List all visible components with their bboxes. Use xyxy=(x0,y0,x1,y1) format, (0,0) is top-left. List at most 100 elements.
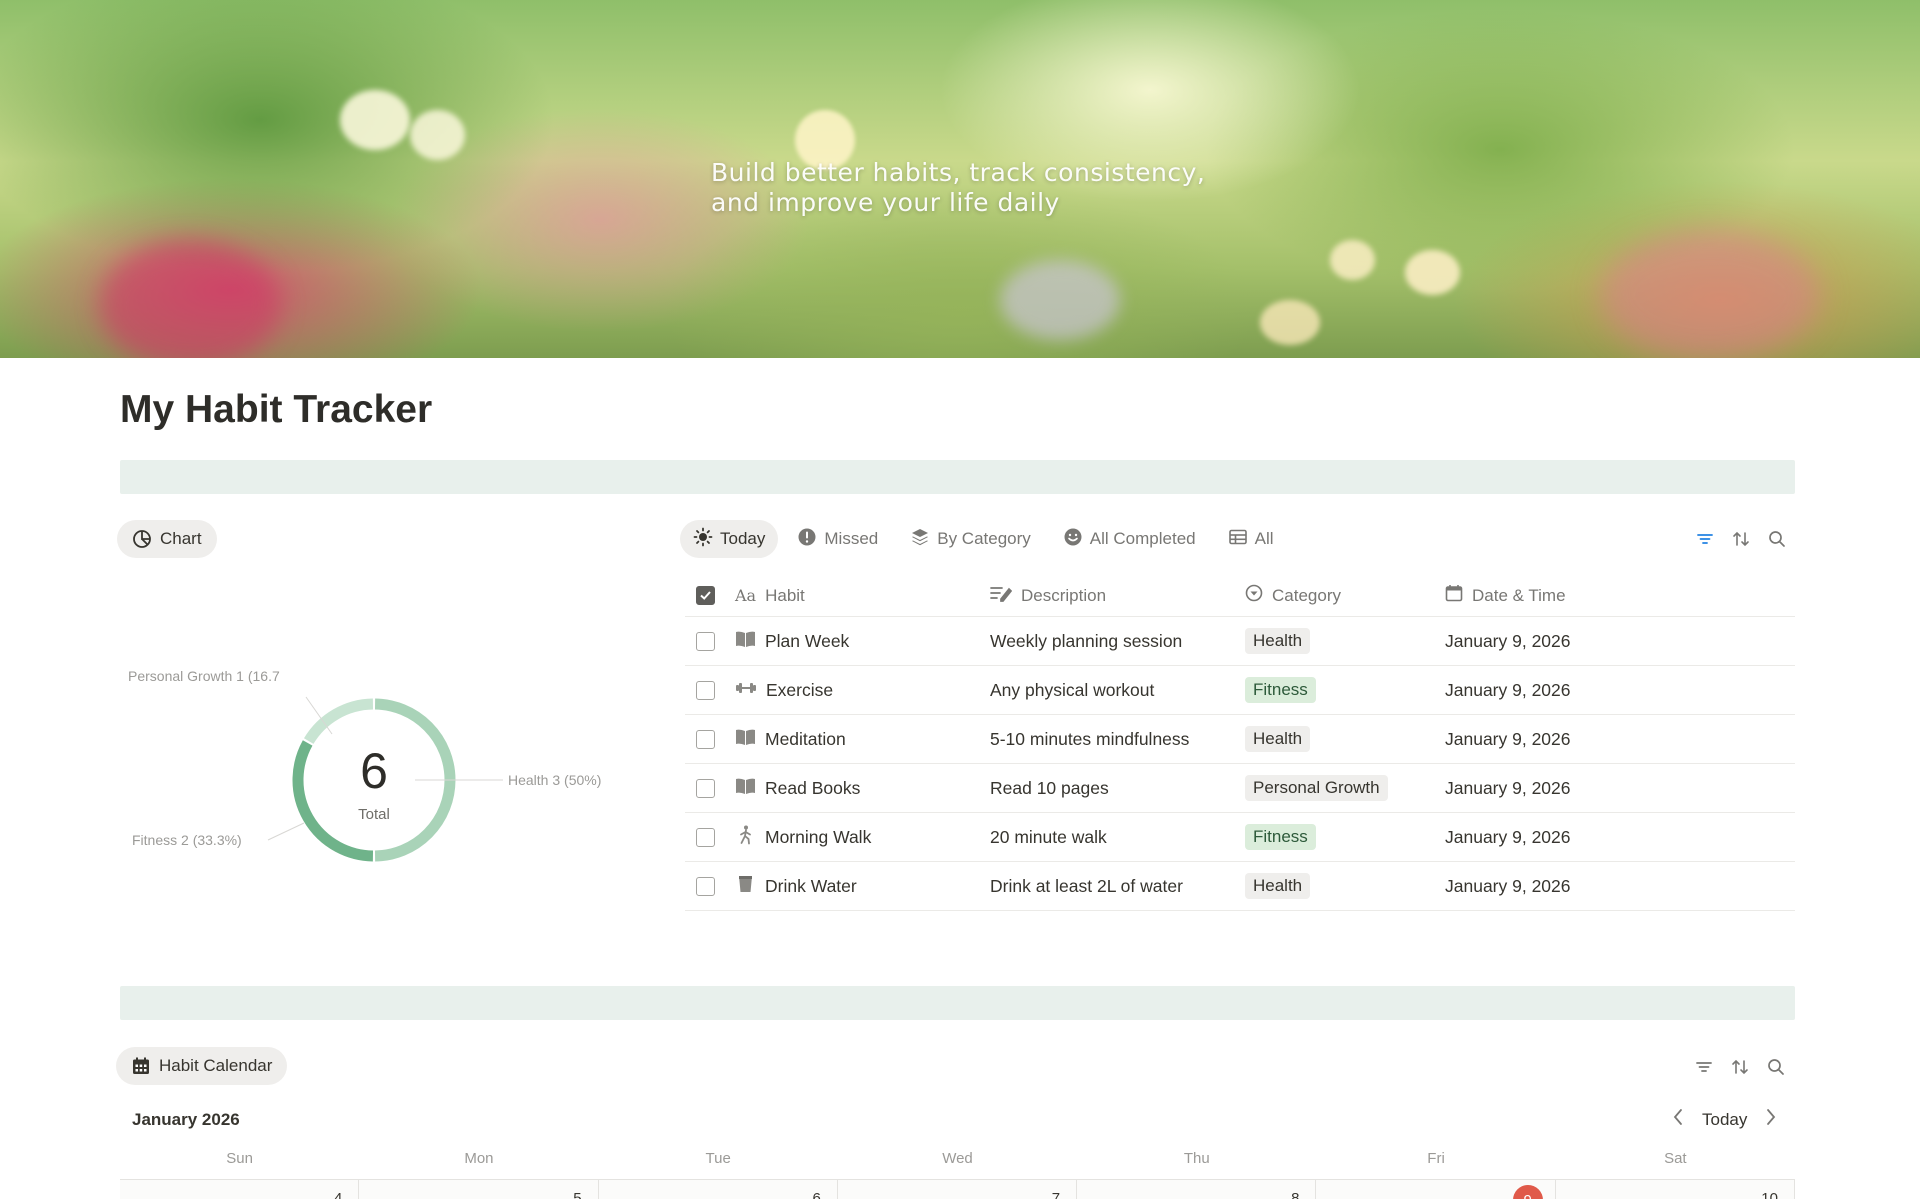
weekday-label: Tue xyxy=(705,1150,731,1167)
habit-description: Any physical workout xyxy=(990,679,1155,700)
alert-circle-icon xyxy=(797,527,817,552)
sort-icon[interactable] xyxy=(1732,530,1750,548)
calendar-day-cell[interactable]: 5 xyxy=(359,1180,599,1199)
row-checkbox[interactable] xyxy=(695,631,715,651)
category-tag: Health xyxy=(1245,726,1311,752)
calendar-day-cell-today[interactable]: 9 xyxy=(1316,1180,1556,1199)
header-category[interactable]: Category xyxy=(1272,586,1341,606)
habit-name[interactable]: Drink Water xyxy=(765,876,857,897)
page-title: My Habit Tracker xyxy=(120,388,433,431)
legend-health: Health 3 (50%) xyxy=(508,772,602,788)
habit-calendar-tab[interactable]: Habit Calendar xyxy=(116,1047,288,1085)
tab-today[interactable]: Today xyxy=(680,520,779,558)
layers-icon xyxy=(910,527,930,552)
cover-tagline-line1: Build better habits, track consistency, xyxy=(711,158,1206,187)
tab-all[interactable]: All xyxy=(1215,520,1287,558)
table-row[interactable]: Exercise Any physical workout Fitness Ja… xyxy=(685,666,1795,715)
category-tag: Fitness xyxy=(1245,677,1316,703)
donut-total-value: 6 xyxy=(360,743,388,799)
chevron-left-icon[interactable] xyxy=(1672,1108,1684,1131)
slice-personal-growth[interactable] xyxy=(303,698,374,745)
tab-by-category-label: By Category xyxy=(937,529,1031,548)
search-icon[interactable] xyxy=(1767,1058,1785,1076)
table-row[interactable]: Read Books Read 10 pages Personal Growth… xyxy=(685,764,1795,813)
calendar-nav: Today xyxy=(1672,1108,1777,1131)
book-icon xyxy=(735,728,756,751)
table-row[interactable]: Drink Water Drink at least 2L of water H… xyxy=(685,862,1795,911)
header-description[interactable]: Description xyxy=(1021,586,1106,606)
smiley-icon xyxy=(1063,527,1083,552)
calendar-weekday-header: Sun Mon Tue Wed Thu Fri Sat xyxy=(120,1150,1795,1167)
row-checkbox[interactable] xyxy=(695,876,715,896)
row-checkbox[interactable] xyxy=(695,827,715,847)
tab-all-completed-label: All Completed xyxy=(1089,529,1196,548)
category-tag: Health xyxy=(1245,873,1311,899)
day-number: 8 xyxy=(1291,1190,1300,1199)
row-checkbox[interactable] xyxy=(695,680,715,700)
habit-name[interactable]: Read Books xyxy=(765,778,860,799)
text-lines-icon xyxy=(990,584,1013,607)
habit-name[interactable]: Plan Week xyxy=(765,631,849,652)
table-row[interactable]: Morning Walk 20 minute walk Fitness Janu… xyxy=(685,813,1795,862)
tab-missed[interactable]: Missed xyxy=(784,520,891,558)
table-icon xyxy=(1228,527,1248,552)
chart-view-label: Chart xyxy=(160,529,202,548)
pie-chart-icon xyxy=(132,529,152,549)
search-icon[interactable] xyxy=(1768,530,1786,548)
filter-icon[interactable] xyxy=(1695,1058,1713,1076)
tab-by-category[interactable]: By Category xyxy=(897,520,1044,558)
donut-total-label: Total xyxy=(358,806,390,823)
calendar-day-cell[interactable]: 4 xyxy=(120,1180,360,1199)
row-checkbox[interactable] xyxy=(695,729,715,749)
category-tag: Fitness xyxy=(1245,824,1316,850)
calendar-day-cell[interactable]: 6 xyxy=(598,1180,838,1199)
legend-personal-growth: Personal Growth 1 (16.7 xyxy=(128,668,280,684)
cover-tagline: Build better habits, track consistency, … xyxy=(711,158,1205,218)
habit-description: 20 minute walk xyxy=(990,826,1107,847)
chart-view-tab[interactable]: Chart xyxy=(117,520,217,558)
book-icon xyxy=(735,777,756,800)
day-number: 4 xyxy=(333,1190,343,1199)
calendar-week-row: 4 5 6 7 8 9 10 xyxy=(120,1179,1795,1199)
weekday-label: Mon xyxy=(464,1150,494,1167)
view-tabs: Today Missed By Category All Completed A… xyxy=(680,520,1287,558)
tab-all-completed[interactable]: All Completed xyxy=(1050,520,1209,558)
category-donut-chart: 6 Total Personal Growth 1 (16.7 Health 3… xyxy=(120,640,640,900)
sort-icon[interactable] xyxy=(1731,1058,1749,1076)
chevron-right-icon[interactable] xyxy=(1765,1108,1777,1131)
habit-name[interactable]: Morning Walk xyxy=(765,827,871,848)
tab-today-label: Today xyxy=(720,529,766,548)
habit-description: Read 10 pages xyxy=(990,777,1109,798)
calendar-day-cell[interactable]: 7 xyxy=(837,1180,1078,1199)
legend-fitness: Fitness 2 (33.3%) xyxy=(132,832,242,848)
cover-tagline-line2: and improve your life daily xyxy=(711,188,1060,217)
today-button[interactable]: Today xyxy=(1702,1110,1747,1130)
day-number: 6 xyxy=(812,1190,821,1199)
calendar-day-cell[interactable]: 8 xyxy=(1077,1180,1317,1199)
header-habit[interactable]: Habit xyxy=(765,586,805,606)
habit-date: January 9, 2026 xyxy=(1445,875,1571,896)
habits-table: Aa Habit Description Category Date & Tim… xyxy=(685,575,1795,911)
habit-name[interactable]: Exercise xyxy=(766,680,833,701)
table-row[interactable]: Plan Week Weekly planning session Health… xyxy=(685,617,1795,666)
select-type-icon xyxy=(1245,584,1263,607)
leader-line-fitness xyxy=(267,822,305,841)
tab-missed-label: Missed xyxy=(824,529,879,548)
table-row[interactable]: Meditation 5-10 minutes mindfulness Heal… xyxy=(685,715,1795,764)
section-divider-band xyxy=(120,460,1795,494)
habit-date: January 9, 2026 xyxy=(1445,679,1571,700)
habit-description: 5-10 minutes mindfulness xyxy=(990,728,1190,749)
filter-icon[interactable] xyxy=(1696,530,1714,548)
row-checkbox[interactable] xyxy=(695,778,715,798)
calendar-day-cell[interactable]: 10 xyxy=(1555,1180,1795,1199)
habit-name[interactable]: Meditation xyxy=(765,729,846,750)
walking-icon xyxy=(735,825,756,850)
habit-date: January 9, 2026 xyxy=(1445,630,1571,651)
habit-description: Weekly planning session xyxy=(990,630,1183,651)
text-type-icon: Aa xyxy=(735,586,757,605)
day-number-today: 9 xyxy=(1512,1185,1543,1199)
cup-icon xyxy=(735,874,756,899)
calendar-toolbar xyxy=(1695,1058,1785,1076)
header-date[interactable]: Date & Time xyxy=(1472,586,1566,606)
day-number: 7 xyxy=(1051,1190,1061,1199)
